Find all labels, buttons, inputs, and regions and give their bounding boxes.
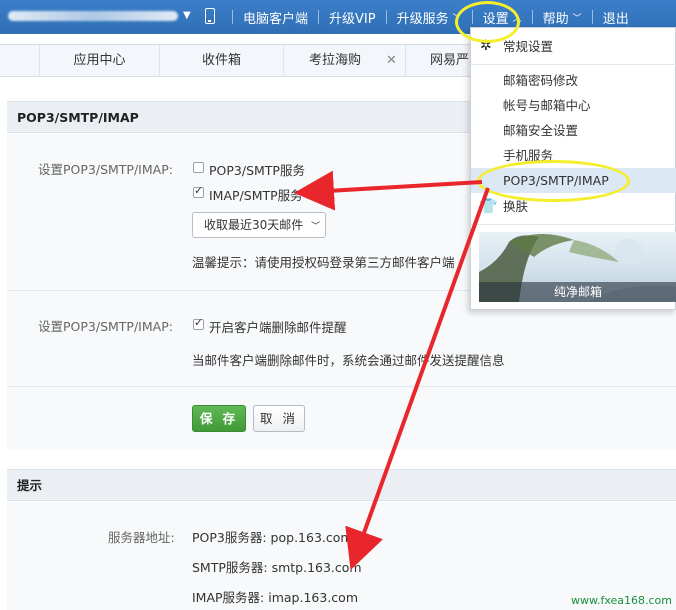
nav-logout[interactable]: 退出 [603,8,629,27]
auth-code-tip: 温馨提示：请使用授权码登录第三方邮件客户端 [192,255,455,270]
skin-preview-image[interactable]: 纯净邮箱 [479,232,676,302]
imap-smtp-label[interactable]: IMAP/SMTP服务 [209,185,303,204]
chevron-down-icon: ﹀ [572,13,582,24]
nav-separator [232,10,233,24]
menu-security-settings[interactable]: 邮箱安全设置 [471,118,676,143]
mobile-icon[interactable] [205,8,215,24]
imap-smtp-checkbox[interactable] [193,184,204,198]
menu-separator [471,224,676,225]
nav-upgrade-service[interactable]: 升级服务 ﹀ [397,8,462,27]
watermark: www.fxea168.com [570,594,672,607]
section-title: POP3/SMTP/IMAP [17,110,139,125]
cancel-button[interactable]: 取 消 [253,405,305,432]
chevron-down-icon: ﹀ [311,222,321,232]
annotation-ellipse-pop3 [477,160,630,202]
row-label-delete-notice: 设置POP3/SMTP/IMAP: [38,319,173,334]
nav-help[interactable]: 帮助 ﹀ [543,8,582,27]
fetch-range-select[interactable]: 收取最近30天邮件 ﹀ [192,212,326,238]
section-header-tips: 提示 [7,469,676,501]
section-title: 提示 [17,478,43,493]
nav-upgrade-vip[interactable]: 升级VIP [329,8,376,27]
row-label-service: 设置POP3/SMTP/IMAP: [38,162,173,177]
menu-change-password[interactable]: 邮箱密码修改 [471,68,676,93]
fetch-range-value: 收取最近30天邮件 [204,218,304,232]
nav-separator [531,10,533,24]
menu-separator [471,64,676,65]
nav-separator [385,10,387,24]
row-divider [7,386,676,387]
smtp-server: SMTP服务器: smtp.163.com [192,560,362,575]
pop3-smtp-checkbox[interactable] [193,162,204,173]
nav-separator [318,10,320,24]
skin-caption: 纯净邮箱 [479,282,676,302]
save-button[interactable]: 保 存 [192,405,246,432]
pop3-server: POP3服务器: pop.163.com [192,530,353,545]
tab-app-center[interactable]: 应用中心 [40,45,160,77]
imap-server: IMAP服务器: imap.163.com [192,590,358,605]
annotation-ellipse-settings [455,1,520,43]
delete-notice-checkbox[interactable] [193,316,204,330]
nav-separator [591,10,593,24]
account-name-blurred[interactable] [8,11,178,21]
menu-account-center[interactable]: 帐号与邮箱中心 [471,93,676,118]
close-icon[interactable]: ✕ [386,53,397,68]
pop3-smtp-label[interactable]: POP3/SMTP服务 [209,160,305,179]
delete-notice-desc: 当邮件客户端删除邮件时，系统会通过邮件发送提醒信息 [192,353,505,368]
server-address-label: 服务器地址: [108,530,175,545]
tab-yanxuan[interactable]: 网易严 [406,45,476,77]
account-caret-icon[interactable]: ▼ [183,10,191,21]
delete-notice-label[interactable]: 开启客户端删除邮件提醒 [209,317,347,336]
nav-desktop-client[interactable]: 电脑客户端 [243,8,308,27]
tab-inbox[interactable]: 收件箱 [160,45,284,77]
tab-placeholder [0,45,40,77]
